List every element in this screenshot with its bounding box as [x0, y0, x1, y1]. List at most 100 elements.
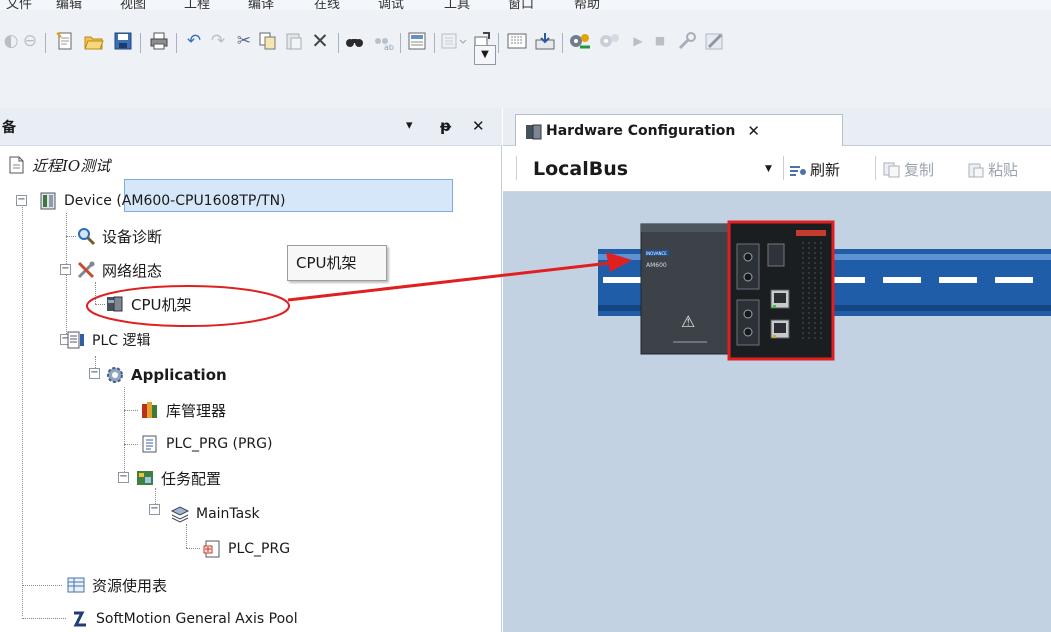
project-combo-chevron-down-icon[interactable]: ▼ [474, 45, 496, 65]
menu-edit[interactable]: 编辑 [56, 0, 82, 10]
tree-label-resource-table: 资源使用表 [92, 576, 168, 595]
cpu-module[interactable]: INOVANCE AM600 ⚠ [640, 220, 835, 361]
tree-node-network[interactable]: 网络组态 [76, 258, 162, 282]
tools-crossed-icon [76, 260, 96, 280]
rack-module-icon [524, 122, 544, 142]
toolbar-separator [140, 33, 141, 53]
logout-icon[interactable] [598, 31, 622, 51]
undo-icon[interactable]: ↶ [184, 31, 204, 51]
login-icon[interactable] [568, 31, 592, 51]
tree-node-library-manager[interactable]: 库管理器 [140, 398, 226, 422]
expander-application[interactable]: − [89, 368, 100, 379]
program-file-icon [140, 434, 160, 454]
menu-online[interactable]: 在线 [314, 0, 340, 10]
toolbar-separator [875, 156, 876, 180]
main-toolbar: ◐ ⊖ ↶ ↷ ✂ ✕ ab ▶ ■ [0, 10, 1051, 72]
tree-node-project[interactable]: 近程IO测试 [6, 153, 110, 177]
open-icon[interactable] [82, 31, 106, 51]
tree-node-task-config[interactable]: 任务配置 [135, 466, 221, 490]
editor-toolbar: LocalBus ▼ 刷新 复制 粘贴 [503, 146, 1051, 192]
toolbar-separator [498, 33, 499, 53]
build-icon[interactable] [506, 31, 528, 51]
expander-main-task[interactable]: − [149, 504, 160, 515]
stop-icon[interactable]: ■ [652, 31, 668, 51]
copy-icon[interactable] [258, 31, 278, 51]
tree-node-application[interactable]: Application [105, 363, 227, 387]
tree-node-diagnostics[interactable]: 设备诊断 [76, 224, 162, 248]
menu-debug[interactable]: 调试 [378, 0, 404, 10]
run-icon[interactable]: ▶ [630, 31, 646, 51]
program-call-icon [202, 539, 222, 559]
menu-window[interactable]: 窗口 [508, 0, 534, 10]
device-icon[interactable] [406, 31, 428, 51]
tree-guide-line [22, 201, 23, 616]
tree-guide-line [66, 213, 67, 340]
tree-node-softmotion-pool[interactable]: SoftMotion General Axis Pool [70, 607, 298, 631]
print-icon[interactable] [148, 31, 170, 51]
delete-icon[interactable]: ✕ [310, 31, 330, 52]
add-icon[interactable] [440, 31, 470, 51]
tree-node-plc-prg-program[interactable]: PLC_PRG (PRG) [140, 432, 272, 456]
tree-node-device[interactable]: Device (AM600-CPU1608TP/TN) [38, 189, 286, 213]
menu-view[interactable]: 视图 [120, 0, 146, 10]
din-rail-with-cpu: INOVANCE AM600 ⚠ [598, 220, 1051, 361]
replace-icon[interactable]: ab [372, 31, 394, 52]
expander-device[interactable]: − [16, 195, 27, 206]
task-stack-icon [170, 504, 190, 524]
tree-node-plc-logic[interactable]: PLC 逻辑 [66, 328, 150, 352]
toolbar-separator [783, 156, 784, 180]
bus-select-chevron-down-icon[interactable]: ▼ [765, 164, 772, 174]
editor-area: Hardware Configuration ✕ LocalBus ▼ 刷新 复… [503, 108, 1051, 632]
plc-logic-icon [66, 330, 86, 350]
menu-tools[interactable]: 工具 [444, 0, 470, 10]
tab-label: Hardware Configuration [546, 123, 736, 139]
pin-icon[interactable]: ᵽ [440, 116, 451, 136]
tab-close-icon[interactable]: ✕ [747, 122, 760, 140]
toolbar-separator [176, 33, 177, 53]
back-icon[interactable]: ◐ [2, 31, 20, 51]
redo-icon[interactable]: ↷ [208, 31, 228, 51]
cut-icon[interactable]: ✂ [234, 31, 254, 51]
menu-file[interactable]: 文件 [6, 0, 32, 10]
devices-panel-header: 备 ▾ ᵽ ✕ [0, 108, 502, 146]
tools-icon[interactable] [676, 31, 698, 51]
expander-task-config[interactable]: − [118, 472, 129, 483]
panel-close-icon[interactable]: ✕ [472, 116, 485, 136]
tree-guide-line [186, 524, 187, 548]
editor-tab-strip: Hardware Configuration ✕ [503, 108, 1051, 147]
tree-label-plc-logic: PLC 逻辑 [92, 333, 151, 349]
tree-label-network: 网络组态 [102, 261, 163, 280]
forward-icon[interactable]: ⊖ [20, 31, 40, 51]
tree-guide-line [124, 387, 125, 478]
menu-build[interactable]: 编译 [248, 0, 274, 10]
copy-label: 复制 [904, 161, 935, 179]
new-icon[interactable] [54, 31, 76, 51]
paste-button[interactable]: 粘贴 [967, 159, 1018, 180]
svg-text:ab: ab [384, 43, 394, 51]
tab-hardware-configuration[interactable]: Hardware Configuration ✕ [515, 114, 843, 147]
tree-label-plc-prg-call: PLC_PRG [228, 541, 291, 557]
library-books-icon [140, 400, 160, 420]
toolbar-grip [516, 156, 517, 180]
save-icon[interactable] [112, 31, 134, 51]
bus-select[interactable]: LocalBus [533, 158, 628, 180]
tree-guide-line [95, 282, 96, 304]
edit-icon[interactable] [704, 31, 726, 51]
panel-menu-chevron-down-icon[interactable]: ▾ [406, 116, 413, 136]
tree-node-resource-table[interactable]: 资源使用表 [66, 573, 167, 597]
menu-project[interactable]: 工程 [184, 0, 210, 10]
copy-icon [883, 162, 901, 178]
expander-network[interactable]: − [60, 264, 71, 275]
copy-button[interactable]: 复制 [883, 159, 934, 180]
refresh-button[interactable]: 刷新 [789, 159, 840, 180]
paste-label: 粘贴 [988, 161, 1019, 179]
paste-icon[interactable] [284, 31, 304, 51]
tree-node-main-task[interactable]: MainTask [170, 502, 260, 526]
find-icon[interactable] [344, 31, 366, 51]
tree-node-plc-prg-call[interactable]: PLC_PRG [202, 537, 290, 561]
generate-icon[interactable] [534, 31, 556, 51]
menu-help[interactable]: 帮助 [574, 0, 600, 10]
tree-label-project: 近程IO测试 [32, 156, 111, 175]
tree-node-cpu-rack[interactable]: CPU机架 [105, 292, 192, 316]
toolbar-separator [434, 33, 435, 53]
